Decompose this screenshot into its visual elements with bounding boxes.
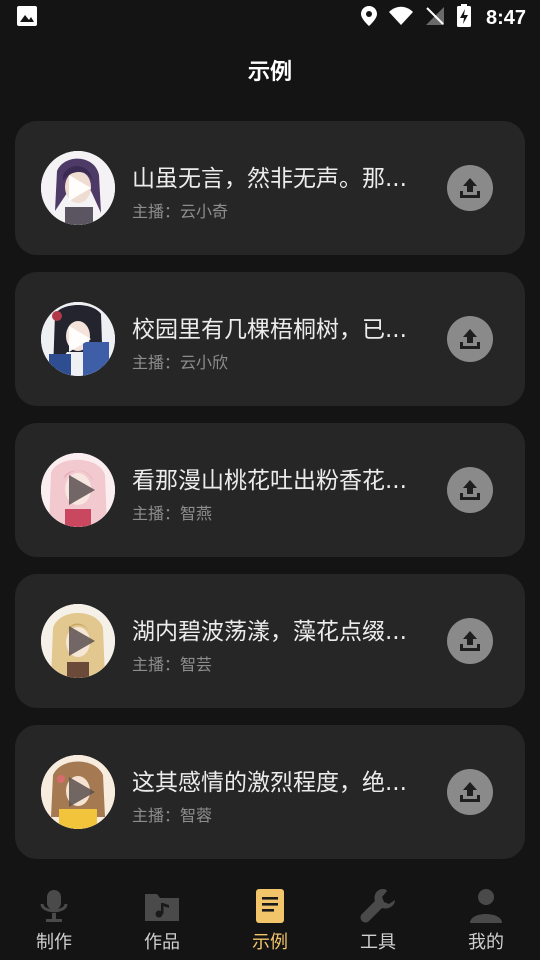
play-icon [69, 326, 91, 352]
upload-button[interactable] [447, 467, 493, 513]
play-icon [69, 475, 95, 505]
upload-button[interactable] [447, 165, 493, 211]
upload-icon [460, 631, 480, 651]
document-icon [250, 886, 290, 926]
status-time: 8:47 [485, 6, 526, 29]
upload-button[interactable] [447, 316, 493, 362]
upload-button[interactable] [447, 769, 493, 815]
sample-card[interactable]: 看那漫山桃花吐出粉香花... 主播：智燕 [15, 423, 525, 557]
nav-label: 工具 [360, 932, 396, 953]
nav-label: 制作 [36, 932, 72, 953]
play-icon [69, 777, 95, 807]
status-icons: 8:47 [360, 4, 526, 32]
nav-label: 作品 [144, 932, 180, 953]
location-icon [360, 5, 378, 31]
sample-card[interactable]: 山虽无言，然非无声。那... 主播：云小奇 [15, 121, 525, 255]
microphone-icon [34, 886, 74, 926]
sample-anchor: 主播：智芸 [132, 655, 213, 674]
sample-title: 山虽无言，然非无声。那... [132, 166, 407, 192]
sample-card[interactable]: 湖内碧波荡漾，藻花点缀... 主播：智芸 [15, 574, 525, 708]
sample-avatar[interactable] [41, 755, 115, 829]
sample-card[interactable]: 校园里有几棵梧桐树，已... 主播：云小欣 [15, 272, 525, 406]
sample-anchor: 主播：云小奇 [132, 202, 229, 221]
nav-item-samples[interactable]: 示例 [225, 880, 315, 954]
sample-title: 湖内碧波荡漾，藻花点缀... [132, 619, 407, 645]
music-folder-icon [142, 886, 182, 926]
page-title: 示例 [247, 60, 292, 85]
play-icon [69, 175, 91, 201]
status-bar: 8:47 [0, 0, 540, 36]
bottom-nav: 制作 作品 示例 工具 我的 [0, 880, 540, 960]
nav-label: 示例 [252, 932, 288, 953]
sample-title: 看那漫山桃花吐出粉香花... [132, 468, 407, 494]
upload-button[interactable] [447, 618, 493, 664]
wifi-icon [388, 6, 414, 30]
nav-item-works[interactable]: 作品 [117, 880, 207, 954]
sample-title: 校园里有几棵梧桐树，已... [132, 317, 407, 343]
sample-avatar[interactable] [41, 453, 115, 527]
nav-item-tools[interactable]: 工具 [333, 880, 423, 954]
nav-item-create[interactable]: 制作 [9, 880, 99, 954]
upload-icon [460, 329, 480, 349]
sample-avatar[interactable] [41, 604, 115, 678]
gallery-notification-icon [16, 5, 38, 31]
person-icon [466, 886, 506, 926]
sample-anchor: 主播：智燕 [132, 504, 213, 523]
sample-list: 山虽无言，然非无声。那... 主播：云小奇 校园里有几棵梧桐树，已... 主播：… [15, 121, 525, 876]
nav-label: 我的 [468, 932, 504, 953]
battery-charging-icon [456, 4, 472, 32]
upload-icon [460, 480, 480, 500]
no-signal-icon [424, 5, 446, 31]
sample-card[interactable]: 这其感情的激烈程度，绝... 主播：智蓉 [15, 725, 525, 859]
sample-avatar[interactable] [41, 302, 115, 376]
sample-avatar[interactable] [41, 151, 115, 225]
sample-anchor: 主播：云小欣 [132, 353, 229, 372]
upload-icon [460, 782, 480, 802]
sample-anchor: 主播：智蓉 [132, 806, 213, 825]
sample-title: 这其感情的激烈程度，绝... [132, 770, 407, 796]
wrench-icon [358, 886, 398, 926]
play-icon [69, 626, 95, 656]
nav-item-me[interactable]: 我的 [441, 880, 531, 954]
upload-icon [460, 178, 480, 198]
